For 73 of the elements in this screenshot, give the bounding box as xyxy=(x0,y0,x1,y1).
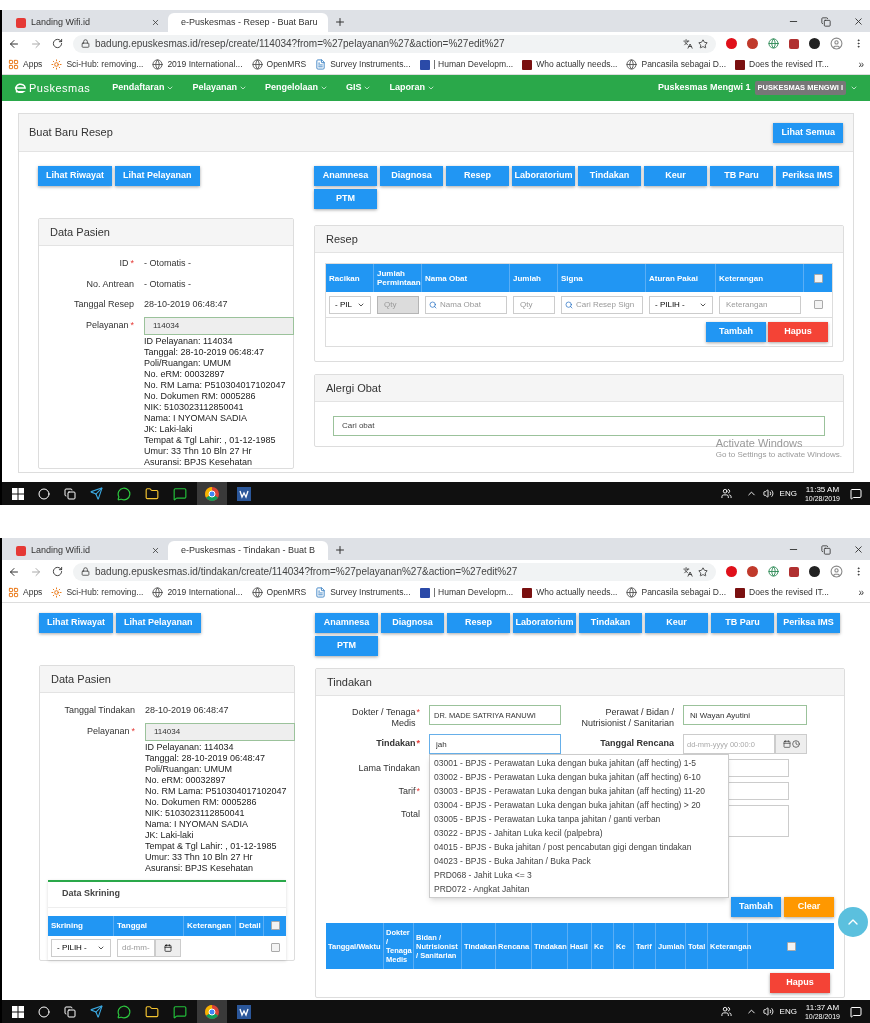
field-label: Pelayanan xyxy=(85,318,129,332)
column-header: Racikan xyxy=(329,273,360,283)
patient-info-line: NIK: 5103023112850041 xyxy=(144,401,245,413)
panel-title: Data Pasien xyxy=(51,671,111,687)
field-label: Tanggal Rencana xyxy=(600,738,674,749)
column-header: Nama Obat xyxy=(425,273,468,283)
patient-info-line: Nama: I NYOMAN SADIA xyxy=(145,818,250,830)
column-header: Aturan Pakai xyxy=(649,273,698,283)
patient-info-line: No. eRM: 00032897 xyxy=(144,368,226,380)
patient-info-line: Umur: 33 Thn 10 Bln 27 Hr xyxy=(145,851,254,863)
patient-info-line: Tanggal: 28-10-2019 06:48:47 xyxy=(145,752,267,764)
panel-title: Tindakan xyxy=(327,674,372,690)
url-text: badung.epuskesmas.id/tindakan/create/114034?from=%27pelayanan%27&action=%27edit%27 xyxy=(95,565,519,579)
patient-info-line: JK: Laki-laki xyxy=(145,829,195,841)
patient-info-line: No. RM Lama: P510304017102047 xyxy=(145,785,288,797)
field-value: 28-10-2019 06:48:47 xyxy=(144,298,229,311)
panel-title: Alergi Obat xyxy=(326,380,382,396)
card-title: Data Skrining xyxy=(62,887,120,901)
tab-title: e-Puskesmas - Resep - Buat Baru xyxy=(181,15,318,29)
panel-title: Resep xyxy=(326,231,358,247)
field-label: Perawat / Bidan / Nutrisionist / Sanitarian xyxy=(580,707,674,729)
column-header: Keterangan xyxy=(187,919,231,932)
field-label: Tanggal Resep xyxy=(73,298,134,311)
patient-info-line: Poli/Ruangan: UMUM xyxy=(145,763,234,775)
field-label: Tindakan xyxy=(376,738,416,749)
column-header: Tanggal xyxy=(117,919,148,932)
patient-info-line: Asuransi: BPJS Kesehatan xyxy=(144,456,254,468)
page-title: Buat Baru Resep xyxy=(29,125,113,141)
patient-info-line: No. eRM: 00032897 xyxy=(145,774,227,786)
patient-info-line: NIK: 5103023112850041 xyxy=(145,807,246,819)
patient-info-line: Nama: I NYOMAN SADIA xyxy=(144,412,249,424)
column-header: Jumlah Permintaan xyxy=(377,269,421,287)
patient-info-line: ID Pelayanan: 114034 xyxy=(145,741,235,753)
field-label: ID xyxy=(119,257,129,270)
tab-title: Landing Wifi.id xyxy=(31,543,92,557)
field-value: 28-10-2019 06:48:47 xyxy=(145,704,230,717)
field-label: Tarif xyxy=(398,786,416,797)
activation-watermark-title: Activate Windows xyxy=(715,437,804,449)
patient-info-line: Tanggal: 28-10-2019 06:48:47 xyxy=(144,346,266,358)
field-label: Total xyxy=(401,809,420,820)
required-mark: * xyxy=(416,707,420,718)
patient-info-line: ID Pelayanan: 114034 xyxy=(144,335,234,347)
field-label: Dokter / Tenaga Medis xyxy=(351,707,416,729)
required-mark: * xyxy=(130,318,134,332)
required-mark: * xyxy=(130,257,134,270)
column-header: Skrining xyxy=(51,919,83,932)
required-mark: * xyxy=(131,724,135,738)
patient-info-line: Tempat & Tgl Lahir: , 01-12-1985 xyxy=(144,434,277,446)
required-mark: * xyxy=(416,786,420,797)
patient-info-line: Umur: 33 Thn 10 Bln 27 Hr xyxy=(144,445,253,457)
field-value: - Otomatis - xyxy=(144,257,192,270)
column-header: Signa xyxy=(561,273,583,283)
field-label: Lama Tindakan xyxy=(358,763,420,774)
field-value: - Otomatis - xyxy=(144,277,192,291)
field-label: Tanggal Tindakan xyxy=(64,704,135,717)
column-header: Jumlah xyxy=(513,273,541,283)
patient-info-line: JK: Laki-laki xyxy=(144,423,194,435)
patient-info-line: Tempat & Tgl Lahir: , 01-12-1985 xyxy=(145,840,278,852)
field-label: Pelayanan xyxy=(86,724,130,738)
column-header: Detail xyxy=(239,919,261,932)
tab-title: Landing Wifi.id xyxy=(31,15,92,29)
activation-watermark-text: Go to Settings to activate Windows. xyxy=(715,449,842,461)
patient-info-line: No. Dokumen RM: 0005286 xyxy=(145,796,258,808)
required-mark: * xyxy=(416,738,420,749)
field-label: No. Antrean xyxy=(86,277,134,291)
column-header: Keterangan xyxy=(719,273,763,283)
panel-title: Data Pasien xyxy=(50,224,110,240)
tab-title: e-Puskesmas - Tindakan - Buat B xyxy=(181,543,316,557)
patient-info-line: Poli/Ruangan: UMUM xyxy=(144,357,233,369)
patient-info-line: No. Dokumen RM: 0005286 xyxy=(144,390,257,402)
patient-info-line: No. RM Lama: P510304017102047 xyxy=(144,379,287,391)
url-text: badung.epuskesmas.id/resep/create/114034?from=%27pelayanan%27&action=%27edit%27 xyxy=(95,37,506,51)
patient-info-line: Asuransi: BPJS Kesehatan xyxy=(145,862,255,874)
